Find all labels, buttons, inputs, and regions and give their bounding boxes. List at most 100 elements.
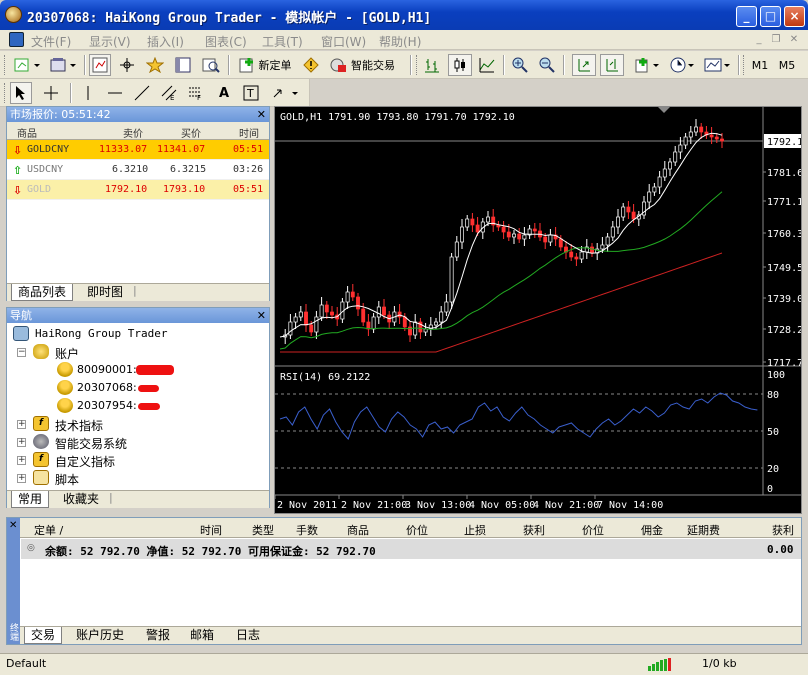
equidistant-channel-icon[interactable]: E [158, 82, 180, 104]
nav-root[interactable]: HaiRong Group Trader [35, 327, 167, 340]
minimize-button[interactable]: _ [736, 6, 757, 27]
col-ask[interactable]: 买价 [181, 125, 201, 140]
expand-icon[interactable]: + [17, 420, 26, 429]
menu-charts[interactable]: 图表(C) [205, 33, 247, 50]
tab-favorites[interactable]: 收藏夹 [57, 491, 105, 508]
chart-shift-marker-icon[interactable] [658, 107, 670, 113]
col-sl[interactable]: 止损 [464, 522, 486, 538]
col-time[interactable]: 时间 [239, 125, 259, 140]
balance-row[interactable]: ◎ 余额: 52 792.70 净值: 52 792.70 可用保证金: 52 … [21, 539, 801, 559]
terminal-close-icon[interactable]: ✕ [9, 520, 17, 531]
chart-window-icon[interactable] [9, 32, 24, 47]
time-tick-label: 7 Nov 14:00 [597, 500, 663, 511]
panel-close-icon[interactable]: ✕ [257, 107, 266, 122]
redaction-mark [136, 365, 174, 375]
chart-window[interactable]: GOLD,H1 1791.90 1793.80 1791.70 1792.10 … [274, 106, 808, 514]
templates-icon[interactable] [702, 54, 734, 76]
new-chart-icon[interactable] [11, 54, 43, 76]
mdi-minimize-icon[interactable]: _ [752, 33, 766, 46]
crosshair-move-icon[interactable] [116, 54, 138, 76]
tab-common[interactable]: 常用 [11, 491, 50, 508]
menu-window[interactable]: 窗口(W) [321, 33, 366, 50]
col-lots[interactable]: 手数 [296, 522, 318, 538]
mdi-close-icon[interactable]: ✕ [787, 33, 801, 46]
expand-icon[interactable]: + [17, 456, 26, 465]
zoom-in-icon[interactable] [509, 54, 531, 76]
tab-trade[interactable]: 交易 [24, 627, 63, 644]
menu-insert[interactable]: 插入(I) [147, 33, 184, 50]
col-price2[interactable]: 价位 [582, 522, 604, 538]
timeframe-m5-button[interactable]: M5 [775, 54, 799, 76]
tab-journal[interactable]: 日志 [230, 627, 266, 644]
periods-icon[interactable] [667, 54, 699, 76]
cursor-icon[interactable] [10, 82, 32, 104]
gold-h1-chart[interactable]: GOLD,H1 1791.90 1793.80 1791.70 1792.10 … [274, 107, 808, 513]
col-bid[interactable]: 卖价 [123, 125, 143, 140]
profiles-icon[interactable] [47, 54, 79, 76]
nav-indicators[interactable]: 技术指标 [55, 417, 103, 434]
nav-accounts[interactable]: 账户 [55, 345, 79, 362]
menu-help[interactable]: 帮助(H) [379, 33, 421, 50]
col-swap[interactable]: 延期费 [687, 522, 720, 538]
chart-shift-icon[interactable] [600, 54, 624, 76]
col-price[interactable]: 价位 [406, 522, 428, 538]
col-type[interactable]: 类型 [252, 522, 274, 538]
terminal-icon[interactable] [172, 54, 194, 76]
candlestick-chart-icon[interactable] [448, 54, 472, 76]
bar-chart-icon[interactable] [421, 54, 443, 76]
market-watch-icon[interactable] [89, 54, 111, 76]
expand-icon[interactable]: + [17, 438, 26, 447]
col-tp[interactable]: 获利 [523, 522, 545, 538]
vertical-line-icon[interactable] [77, 82, 99, 104]
nav-scripts[interactable]: 脚本 [55, 471, 79, 488]
tab-tick-chart[interactable]: 即时图 [81, 284, 129, 301]
auto-scroll-icon[interactable] [572, 54, 596, 76]
col-symbol[interactable]: 商品 [17, 125, 37, 140]
nav-custom-indicators[interactable]: 自定义指标 [55, 453, 115, 470]
text-tool-icon[interactable]: A [213, 82, 235, 104]
crosshair-icon[interactable] [40, 82, 62, 104]
panel-close-icon[interactable]: ✕ [257, 308, 266, 323]
tab-account-history[interactable]: 账户历史 [70, 627, 130, 644]
mdi-restore-icon[interactable]: ❐ [769, 33, 783, 46]
fibonacci-icon[interactable]: F [185, 82, 207, 104]
market-row-gold[interactable]: ⇩ GOLD 1792.10 1793.10 05:51 [7, 180, 269, 200]
zoom-out-icon[interactable] [536, 54, 558, 76]
horizontal-line-icon[interactable] [104, 82, 126, 104]
line-chart-icon[interactable] [476, 54, 498, 76]
text-label-icon[interactable]: T [240, 82, 262, 104]
timeframe-m1-button[interactable]: M1 [748, 54, 772, 76]
col-commission[interactable]: 佣金 [641, 522, 663, 538]
trendline-icon[interactable] [131, 82, 153, 104]
expert-advisors-button[interactable]: 智能交易 [326, 54, 398, 76]
indicators-list-icon[interactable] [633, 54, 663, 76]
menu-file[interactable]: 文件(F) [31, 33, 71, 50]
navigator-icon[interactable] [143, 54, 167, 76]
nav-account-3[interactable]: 20307954: [77, 399, 137, 412]
maximize-button[interactable]: □ [760, 6, 781, 27]
col-time[interactable]: 时间 [200, 522, 222, 538]
nav-account-2[interactable]: 20307068: [77, 381, 137, 394]
candle-body [376, 306, 381, 318]
expand-icon[interactable]: + [17, 474, 26, 483]
market-row-usdcny[interactable]: ⇧ USDCNY 6.3210 6.3215 03:26 [7, 160, 269, 180]
new-order-button[interactable]: 新定单 [234, 54, 296, 76]
arrows-tool-icon[interactable] [270, 82, 302, 104]
strategy-tester-icon[interactable] [199, 54, 223, 76]
col-symbol[interactable]: 商品 [347, 522, 369, 538]
tab-mailbox[interactable]: 邮箱 [184, 627, 220, 644]
menu-tools[interactable]: 工具(T) [262, 33, 303, 50]
nav-account-1[interactable]: 80090001: [77, 363, 137, 376]
col-order[interactable]: 定单 / [34, 522, 63, 538]
connection-status-icon[interactable] [648, 658, 674, 671]
collapse-icon[interactable]: − [17, 348, 26, 357]
candle-body [501, 226, 506, 233]
tab-symbols[interactable]: 商品列表 [11, 284, 74, 301]
expert-alert-icon[interactable] [300, 54, 322, 76]
tab-alerts[interactable]: 警报 [140, 627, 176, 644]
menu-view[interactable]: 显示(V) [89, 33, 131, 50]
nav-expert-advisors[interactable]: 智能交易系统 [55, 435, 127, 452]
market-row-goldcny[interactable]: ⇩ GOLDCNY 11333.07 11341.07 05:51 [7, 140, 269, 160]
close-button[interactable]: × [784, 6, 805, 27]
col-profit[interactable]: 获利 [772, 522, 794, 538]
